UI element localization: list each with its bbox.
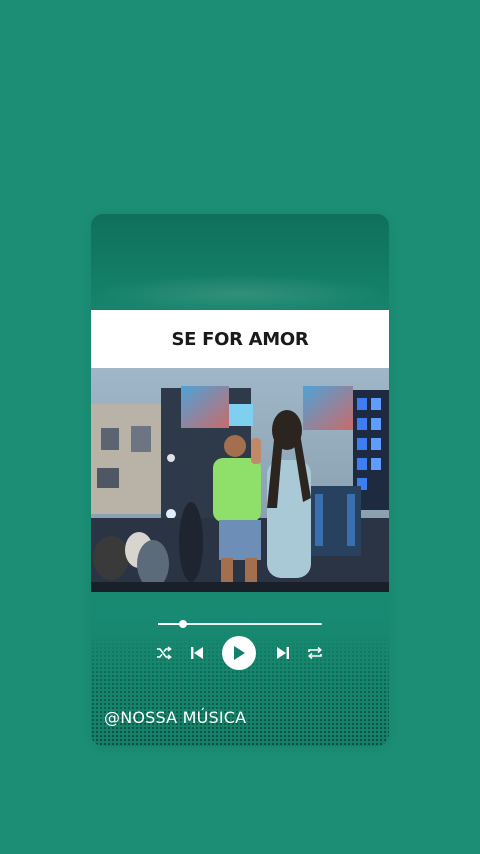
song-title: SE FOR AMOR [171, 328, 309, 350]
progress-knob[interactable] [178, 620, 187, 628]
next-button[interactable] [272, 635, 294, 671]
story-page: SE FOR AMOR @NOSSA MÚSICA [0, 0, 480, 854]
concert-photo-illustration [91, 368, 389, 592]
play-button[interactable] [222, 636, 256, 670]
previous-icon [191, 647, 203, 659]
repeat-icon [307, 646, 323, 660]
music-player-card: SE FOR AMOR @NOSSA MÚSICA [91, 214, 389, 746]
shuffle-button[interactable] [153, 635, 175, 671]
progress-bar[interactable] [158, 620, 322, 628]
shuffle-icon [157, 646, 172, 660]
concert-photo [91, 368, 389, 592]
previous-button[interactable] [186, 635, 208, 671]
repeat-button[interactable] [304, 635, 326, 671]
card-glow [91, 274, 389, 314]
song-title-banner: SE FOR AMOR [91, 310, 389, 368]
playback-controls [91, 635, 389, 671]
next-icon [277, 647, 289, 659]
play-icon [234, 646, 245, 660]
account-handle: @NOSSA MÚSICA [104, 708, 247, 727]
